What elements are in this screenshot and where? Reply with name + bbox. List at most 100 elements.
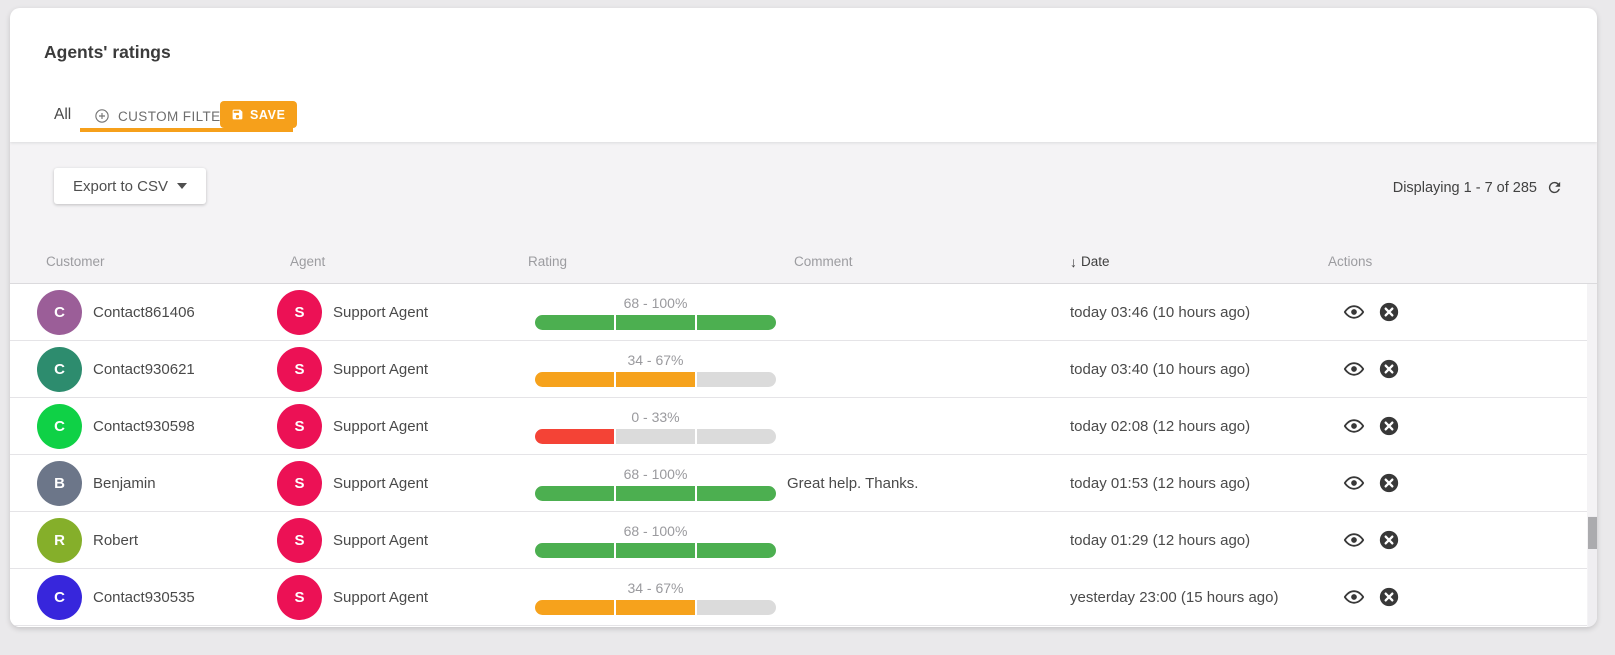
customer-avatar: C [37,404,82,449]
customer-avatar-initial: B [54,475,65,492]
agent-avatar: S [277,461,322,506]
rating-widget: 34 - 67% [535,580,776,615]
rating-widget: 34 - 67% [535,352,776,387]
agent-avatar-initial: S [294,418,304,435]
save-button[interactable]: SAVE [220,101,297,128]
rating-segment [697,315,776,330]
date-cell: today 01:53 (12 hours ago) [1070,475,1328,492]
column-header-comment[interactable]: Comment [787,254,1070,269]
agent-avatar: S [277,404,322,449]
customer-name: Contact930621 [93,361,195,378]
rating-segment [535,315,614,330]
view-eye-icon[interactable] [1343,529,1365,551]
rating-range-label: 34 - 67% [535,352,776,368]
customer-avatar-initial: C [54,418,65,435]
actions-cell [1328,472,1587,494]
agent-avatar-initial: S [294,361,304,378]
date-text: yesterday 23:00 (15 hours ago) [1070,589,1278,606]
table-row: C Contact861406 S Support Agent 68 - 100… [10,284,1587,341]
tab-custom-filter-label: CUSTOM FILTER [118,109,231,124]
rating-segment [616,486,695,501]
rating-segment [535,600,614,615]
view-eye-icon[interactable] [1343,301,1365,323]
date-cell: today 03:46 (10 hours ago) [1070,304,1328,321]
rating-segment [616,429,695,444]
delete-x-icon[interactable] [1378,301,1400,323]
date-cell: yesterday 23:00 (15 hours ago) [1070,589,1328,606]
comment-cell: Great help. Thanks. [787,475,1070,492]
delete-x-icon[interactable] [1378,415,1400,437]
pagination-text: Displaying 1 - 7 of 285 [1393,180,1537,196]
actions-cell [1328,301,1587,323]
rating-bar [535,600,776,615]
customer-name: Contact930535 [93,589,195,606]
active-tab-underline [80,128,293,132]
agent-avatar-initial: S [294,589,304,606]
customer-avatar: R [37,518,82,563]
rating-segment [616,600,695,615]
rating-bar [535,543,776,558]
view-eye-icon[interactable] [1343,358,1365,380]
date-cell: today 02:08 (12 hours ago) [1070,418,1328,435]
export-to-csv-label: Export to CSV [73,178,168,195]
actions-cell [1328,415,1587,437]
table-row: C Contact930598 S Support Agent 0 - 33% … [10,398,1587,455]
column-header-customer[interactable]: Customer [37,254,277,269]
rating-segment [697,429,776,444]
agent-name: Support Agent [333,304,428,321]
agent-cell: S Support Agent [277,461,517,506]
rating-cell: 34 - 67% [517,580,787,615]
delete-x-icon[interactable] [1378,529,1400,551]
table-row: C Contact930535 S Support Agent 34 - 67%… [10,569,1587,626]
rating-widget: 68 - 100% [535,523,776,558]
refresh-icon[interactable] [1546,179,1563,196]
agent-name: Support Agent [333,418,428,435]
vertical-scrollbar[interactable] [1588,516,1597,627]
customer-avatar: C [37,290,82,335]
date-text: today 01:53 (12 hours ago) [1070,475,1250,492]
caret-down-icon [177,183,187,189]
rating-range-label: 68 - 100% [535,295,776,311]
agents-ratings-card: Agents' ratings All CUSTOM FILTER SAVE E… [10,8,1597,627]
customer-cell: C Contact930598 [37,404,277,449]
customer-avatar-initial: C [54,304,65,321]
delete-x-icon[interactable] [1378,358,1400,380]
agent-avatar-initial: S [294,532,304,549]
column-header-rating[interactable]: Rating [517,254,787,269]
delete-x-icon[interactable] [1378,586,1400,608]
customer-name: Robert [93,532,138,549]
agent-name: Support Agent [333,532,428,549]
date-cell: today 01:29 (12 hours ago) [1070,532,1328,549]
agent-name: Support Agent [333,589,428,606]
rating-segment [535,543,614,558]
tab-all[interactable]: All [54,106,71,124]
rating-cell: 68 - 100% [517,295,787,330]
view-eye-icon[interactable] [1343,586,1365,608]
customer-avatar: B [37,461,82,506]
comment-text: Great help. Thanks. [787,475,918,492]
sort-desc-icon: ↓ [1070,254,1077,270]
table-row: R Robert S Support Agent 68 - 100% today… [10,512,1587,569]
delete-x-icon[interactable] [1378,472,1400,494]
rating-cell: 68 - 100% [517,523,787,558]
agent-cell: S Support Agent [277,347,517,392]
view-eye-icon[interactable] [1343,415,1365,437]
agent-avatar-initial: S [294,475,304,492]
rating-bar [535,372,776,387]
rating-cell: 0 - 33% [517,409,787,444]
table-header: Customer Agent Rating Comment ↓ Date Act… [10,240,1597,284]
agent-avatar: S [277,290,322,335]
actions-cell [1328,358,1587,380]
customer-cell: C Contact930535 [37,575,277,620]
view-eye-icon[interactable] [1343,472,1365,494]
agent-avatar: S [277,347,322,392]
rating-bar [535,486,776,501]
export-to-csv-button[interactable]: Export to CSV [54,168,206,204]
column-header-agent[interactable]: Agent [277,254,517,269]
page-title: Agents' ratings [44,42,171,63]
rating-segment [535,429,614,444]
scrollbar-thumb[interactable] [1588,517,1597,549]
column-header-date[interactable]: ↓ Date [1070,254,1328,270]
tab-custom-filter[interactable]: CUSTOM FILTER [94,108,231,124]
agent-cell: S Support Agent [277,404,517,449]
